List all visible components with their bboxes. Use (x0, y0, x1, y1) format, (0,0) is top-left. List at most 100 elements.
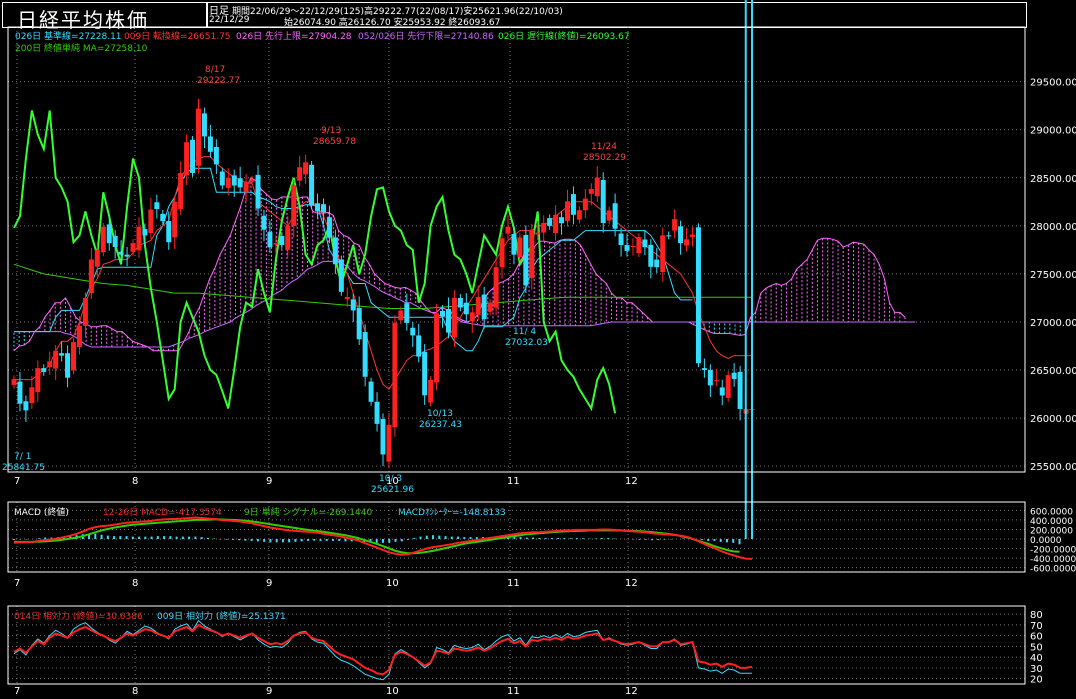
candle-body (648, 244, 654, 267)
annotation-date: 8/17 (205, 65, 225, 75)
candle-body (118, 251, 124, 255)
rsi-y-tick: 40 (1030, 653, 1043, 664)
candle-body (303, 162, 309, 175)
candle-body (440, 310, 446, 317)
rsi-x-tick: 9 (266, 686, 272, 697)
rsi-frame (7, 605, 1026, 685)
annotation-date: 7/ 1 (14, 452, 31, 462)
candle-body (100, 226, 106, 253)
rsi-y-tick: 70 (1030, 621, 1043, 632)
rsi14-line (13, 623, 753, 676)
rsi-y-tick: 30 (1030, 664, 1043, 675)
candle-body (148, 209, 154, 234)
chart-window: 日経平均株価 日足 期間22/06/29～22/12/29(125)高29222… (0, 0, 1076, 699)
candle-body (267, 232, 273, 247)
price-lines (13, 110, 752, 414)
candle-body (463, 302, 469, 315)
candle-body (41, 368, 47, 372)
price-y-tick: 27500.000 (1030, 270, 1076, 281)
candle-body (11, 379, 17, 385)
candle-body (112, 235, 118, 247)
candle-body (547, 218, 553, 226)
candle-body (196, 108, 201, 166)
candle-body (434, 313, 440, 383)
candle-body (285, 225, 291, 250)
macd-x-tick: 7 (14, 578, 20, 589)
rsi-x-tick: 11 (507, 686, 520, 697)
candle-body (243, 181, 249, 193)
rsi-y-tick: 50 (1030, 642, 1043, 653)
rsi-y-tick: 60 (1030, 632, 1043, 643)
price-y-tick: 26500.000 (1030, 366, 1076, 377)
macd-y-tick: -400.0000 (1030, 555, 1076, 565)
candle-body (47, 361, 53, 368)
candle-body (475, 296, 481, 315)
candle-body (398, 310, 404, 321)
candle-body (422, 351, 428, 396)
candle-body (565, 201, 570, 221)
annotation-date: 10/ 3 (379, 474, 402, 484)
candle-body (219, 171, 225, 186)
candle-body (725, 375, 731, 398)
price-y-tick: 28000.000 (1030, 222, 1076, 233)
candle-body (529, 229, 535, 279)
candle-body (76, 325, 82, 347)
candle-body (636, 237, 642, 254)
candle-body (356, 308, 362, 340)
annotation-date: 10/13 (427, 409, 453, 419)
candle-body (172, 201, 178, 238)
candle-body (231, 175, 237, 186)
candle-body (338, 259, 344, 292)
candle-body (17, 381, 23, 404)
macd-x-tick: 10 (386, 578, 399, 589)
macd-y-tick: -200.0000 (1030, 546, 1076, 556)
candle-body (225, 177, 231, 188)
rsi-y-tick: 20 (1030, 675, 1043, 686)
candle-body (249, 179, 255, 182)
price-y-tick: 29500.000 (1030, 78, 1076, 89)
price-y-tick: 27000.000 (1030, 318, 1076, 329)
price-grid: 29500.000 29000.000 28500.000 28000.000 2750… (8, 27, 1076, 487)
price-y-tick: 25500.000 (1030, 462, 1076, 473)
candle-body (326, 217, 332, 238)
rsi-x-tick: 12 (625, 686, 638, 697)
candle-body (660, 235, 666, 272)
price-y-tick: 29000.000 (1030, 126, 1076, 137)
candle-body (374, 401, 380, 424)
price-y-tick: 28500.000 (1030, 174, 1076, 185)
candle-body (207, 136, 213, 152)
candle-body (154, 202, 160, 210)
candle-body (82, 297, 88, 326)
candle-body (701, 368, 707, 371)
candle-body (612, 203, 618, 229)
macd-y-tick: 0.0000 (1030, 536, 1062, 546)
candle-body (600, 179, 606, 223)
candle-body (380, 419, 386, 455)
annotation-value: 26237.43 (419, 420, 462, 430)
rsi9-line (13, 619, 752, 681)
candle-body (505, 226, 511, 234)
candle-body (59, 353, 65, 356)
rsi-panel: 7 8 9 10 11 12 80706050403020 (8, 606, 1043, 697)
macd-y-tick: -600.0000 (1030, 565, 1076, 575)
candle-body (689, 234, 695, 237)
candle-body (368, 381, 374, 402)
candle-body (606, 210, 612, 221)
candle-body (499, 238, 505, 268)
candle-body (428, 379, 434, 403)
candle-body (29, 387, 35, 404)
price-y-tick: 26000.000 (1030, 414, 1076, 425)
candle-body (517, 237, 523, 258)
candle-body (53, 350, 59, 369)
price-x-tick: 7 (14, 476, 20, 487)
macd-y-tick: 600.0000 (1030, 507, 1073, 517)
candle-body (672, 219, 678, 231)
candle-body (654, 259, 660, 268)
candle-body (570, 194, 576, 215)
annotation-value: 27032.03 (505, 338, 548, 348)
candle-body (582, 198, 588, 211)
candle-body (731, 372, 737, 380)
annotation-value: 25621.96 (371, 485, 414, 495)
candle-body (130, 243, 136, 252)
rsi-x-tick: 8 (132, 686, 138, 697)
